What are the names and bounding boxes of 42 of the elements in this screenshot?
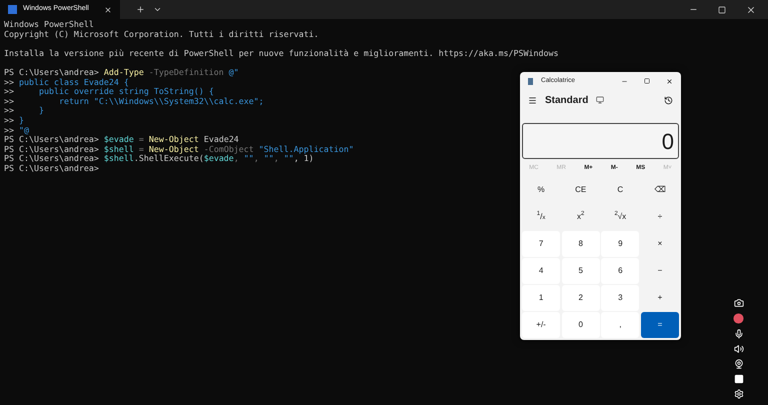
mode-title: Standard bbox=[545, 94, 588, 108]
menu-icon[interactable] bbox=[528, 96, 537, 104]
calculator-key[interactable]: 4 bbox=[522, 258, 560, 284]
terminal-line: >> "@ bbox=[4, 126, 29, 136]
terminal-line: Copyright (C) Microsoft Corporation. Tutti i diritti riservati. bbox=[4, 30, 319, 40]
terminal-line: PS C:\Users\andrea> $shell = New-Object -ComObject "Shell.Application" bbox=[4, 144, 354, 154]
microphone-icon[interactable] bbox=[734, 329, 744, 339]
calculator-key[interactable]: 1 bbox=[522, 285, 560, 311]
dropdown-icon[interactable] bbox=[153, 5, 162, 14]
record-icon[interactable] bbox=[733, 313, 744, 324]
display: 0 bbox=[522, 123, 679, 159]
calculator-key[interactable]: 7 bbox=[522, 231, 560, 257]
speaker-icon[interactable] bbox=[734, 344, 744, 354]
calculator-key[interactable]: 6 bbox=[601, 258, 640, 284]
calculator-key[interactable]: 3 bbox=[601, 285, 640, 311]
calculator-key[interactable]: 8 bbox=[562, 231, 600, 257]
terminal-line: Installa la versione più recente di PowerShell per nuove funzionalità e miglioramenti. https://aka.ms/PSWindows bbox=[4, 48, 558, 58]
terminal-line: PS C:\Users\andrea> bbox=[4, 164, 99, 174]
terminal-line: >> } bbox=[4, 106, 44, 116]
calculator-key[interactable]: 2 bbox=[562, 285, 600, 311]
close-icon[interactable] bbox=[746, 4, 756, 14]
history-icon[interactable] bbox=[664, 96, 673, 104]
close-icon[interactable] bbox=[666, 78, 673, 84]
calculator-key[interactable]: = bbox=[640, 312, 679, 338]
calculator-key[interactable]: 5 bbox=[562, 258, 600, 284]
terminal-line: Windows PowerShell bbox=[4, 20, 94, 30]
terminal-line: PS C:\Users\andrea> $evade = New-Object Evade24 bbox=[4, 135, 239, 145]
calculator-key[interactable]: 9 bbox=[601, 231, 640, 257]
webcam-icon[interactable] bbox=[734, 359, 744, 369]
terminal-line: >> return "C:\\Windows\\System32\\calc.exe"; bbox=[4, 96, 264, 106]
calculator-key[interactable]: , bbox=[601, 312, 640, 338]
terminal-line: >> } bbox=[4, 116, 24, 126]
terminal-line: PS C:\Users\andrea> $shell.ShellExecute($evade, "", "", "", 1) bbox=[4, 154, 314, 164]
calculator-key[interactable]: 0 bbox=[562, 312, 600, 338]
terminal-line: >> public class Evade24 { bbox=[4, 78, 129, 88]
camera-icon[interactable] bbox=[734, 298, 744, 308]
new-tab-icon[interactable] bbox=[136, 5, 145, 14]
terminal-line: PS C:\Users\andrea> Add-Type -TypeDefinition @" bbox=[4, 68, 239, 78]
settings-icon[interactable] bbox=[734, 389, 744, 399]
terminal-line: >> public override string ToString() { bbox=[4, 87, 214, 97]
calculator-key[interactable]: +/- bbox=[522, 312, 560, 338]
maximize-icon[interactable] bbox=[644, 78, 650, 84]
